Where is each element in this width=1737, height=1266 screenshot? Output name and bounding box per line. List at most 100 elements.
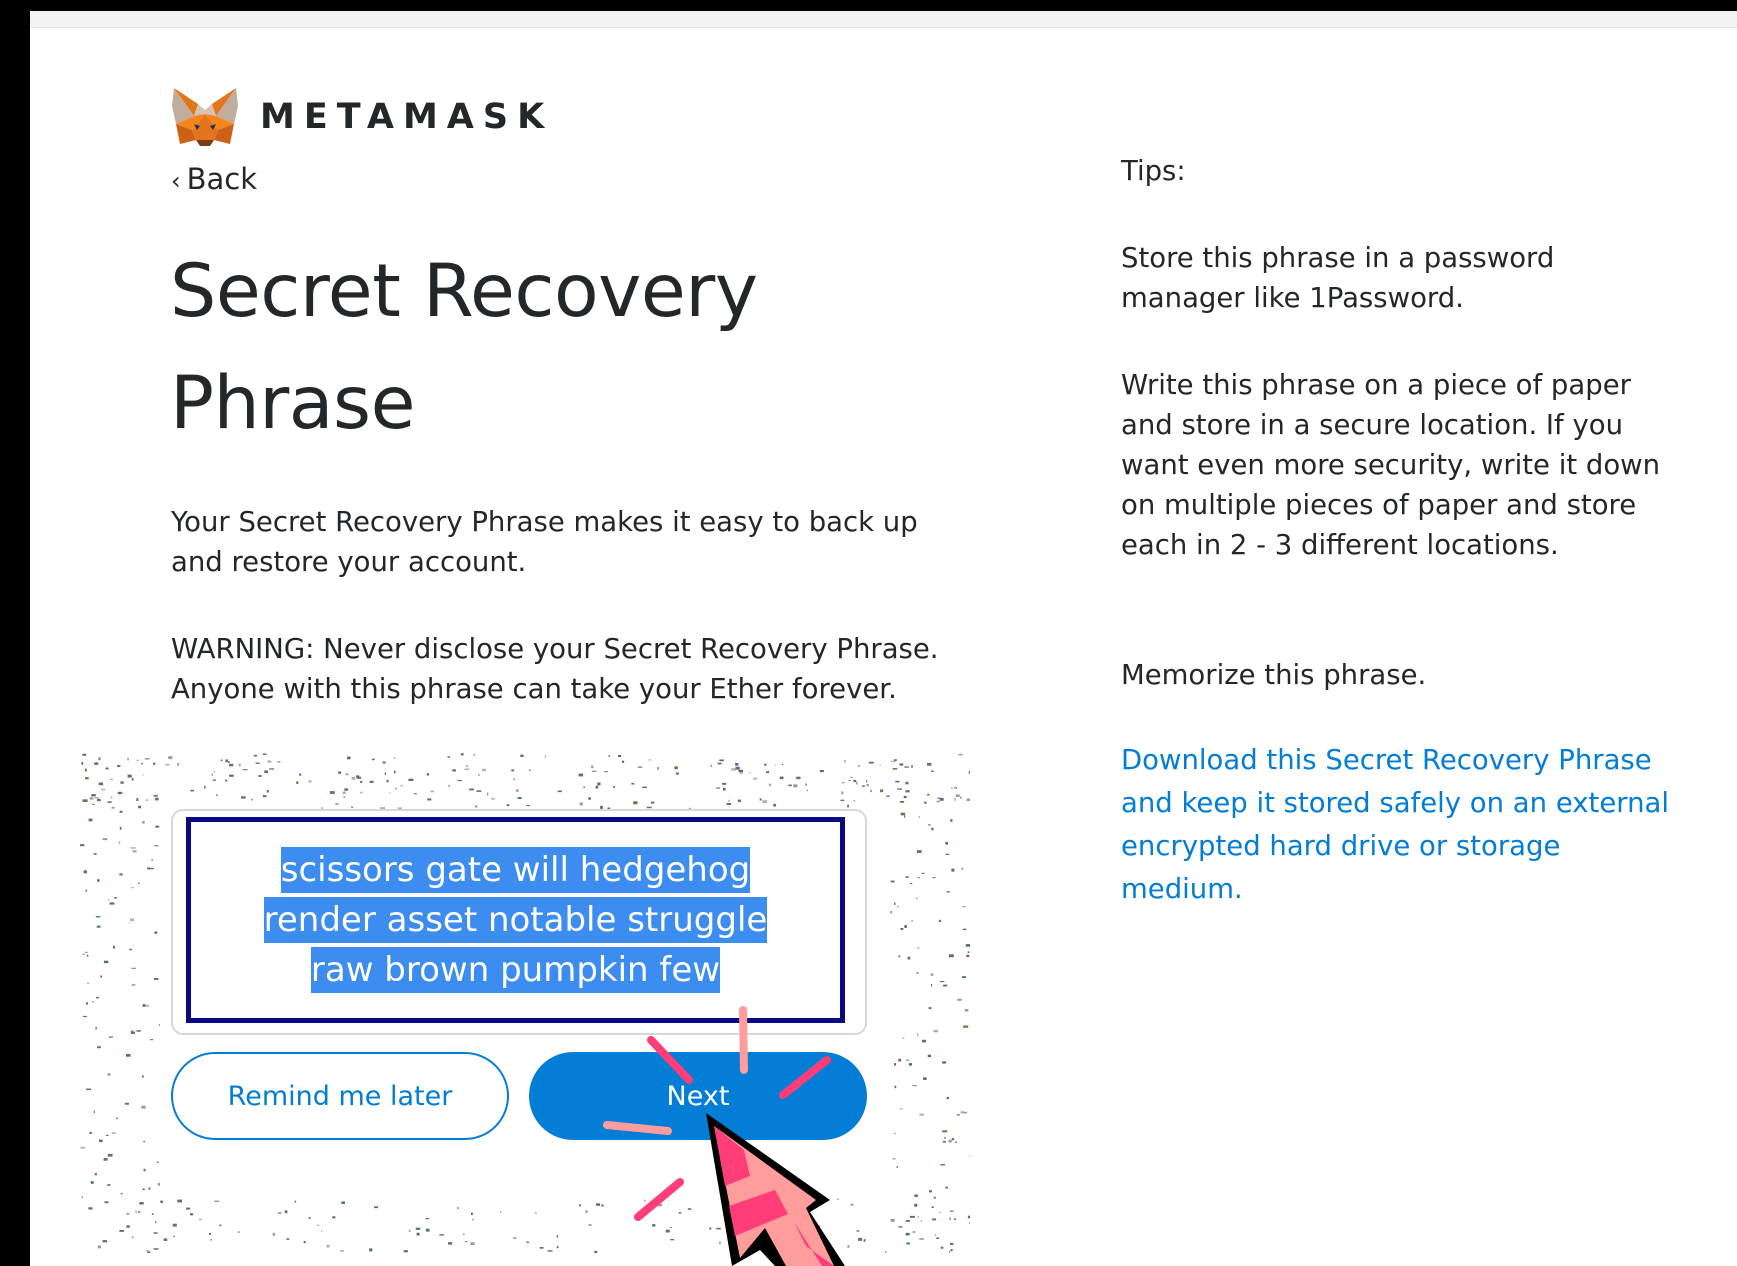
speckle-dot — [731, 768, 736, 771]
speckle-dot — [916, 850, 922, 853]
speckle-dot — [588, 1224, 592, 1226]
speckle-dot — [579, 1204, 582, 1207]
speckle-dot — [146, 1250, 149, 1252]
download-phrase-link[interactable]: Download this Secret Recovery Phrase and… — [1121, 739, 1681, 911]
speckle-dot — [262, 795, 267, 798]
speckle-dot — [105, 767, 109, 770]
speckle-dot — [104, 1201, 109, 1204]
speckle-dot — [172, 1223, 177, 1227]
speckle-dot — [258, 775, 262, 777]
speckle-dot — [793, 784, 798, 788]
speckle-dot — [86, 1088, 92, 1091]
speckle-dot — [637, 766, 643, 768]
speckle-dot — [949, 1251, 951, 1253]
speckle-dot — [737, 799, 741, 802]
speckle-dot — [879, 764, 881, 766]
speckle-dot — [951, 868, 955, 872]
speckle-dot — [119, 873, 123, 876]
speckle-dot — [967, 951, 970, 954]
speckle-dot — [111, 806, 115, 809]
speckle-dot — [277, 761, 281, 763]
intro-text: Your Secret Recovery Phrase makes it eas… — [171, 506, 918, 578]
speckle-dot — [781, 763, 784, 766]
speckle-dot — [648, 759, 651, 761]
speckle-dot — [149, 867, 154, 870]
speckle-dot — [899, 801, 905, 803]
speckle-dot — [137, 1211, 141, 1213]
speckle-dot — [858, 1237, 862, 1241]
speckle-dot — [960, 1111, 964, 1114]
speckle-dot — [853, 800, 856, 802]
speckle-dot — [894, 759, 897, 762]
speckle-dot — [107, 1184, 111, 1186]
speckle-dot — [841, 791, 844, 795]
speckle-dot — [126, 1213, 130, 1215]
secret-phrase-field[interactable]: scissors gate will hedgehog render asset… — [186, 817, 845, 1023]
speckle-dot — [890, 1218, 895, 1222]
speckle-dot — [464, 768, 470, 770]
speckle-dot — [840, 799, 845, 802]
speckle-dot — [154, 978, 159, 980]
speckle-dot — [147, 867, 151, 870]
back-link[interactable]: ‹ Back — [171, 162, 257, 196]
speckle-dot — [779, 776, 784, 780]
speckle-dot — [255, 762, 260, 764]
speckle-dot — [911, 920, 913, 922]
next-button[interactable]: Next — [529, 1052, 867, 1140]
speckle-dot — [98, 757, 101, 761]
speckle-dot — [912, 1085, 917, 1087]
speckle-dot — [135, 1210, 137, 1214]
speckle-dot — [806, 789, 808, 792]
speckle-dot — [472, 1218, 474, 1221]
speckle-dot — [216, 794, 218, 796]
speckle-dot — [754, 1233, 758, 1237]
speckle-dot — [945, 853, 950, 855]
speckle-dot — [119, 826, 122, 830]
speckle-dot — [286, 1238, 290, 1240]
speckle-dot — [299, 773, 302, 776]
speckle-dot — [211, 774, 213, 776]
onboarding-page: METAMASK ‹ Back Secret Recovery Phrase Yo… — [30, 11, 1737, 1266]
speckle-dot — [88, 818, 93, 822]
speckle-dot — [652, 1224, 656, 1227]
speckle-dot — [644, 1199, 646, 1203]
speckle-dot — [177, 1199, 182, 1203]
speckle-dot — [427, 798, 432, 801]
speckle-dot — [783, 1241, 785, 1244]
speckle-dot — [917, 1216, 919, 1218]
speckle-dot — [369, 1248, 373, 1252]
speckle-dot — [893, 1133, 896, 1135]
speckle-dot — [160, 1200, 163, 1203]
speckle-dot — [924, 801, 927, 804]
speckle-dot — [225, 759, 229, 763]
speckle-dot — [284, 1210, 288, 1214]
speckle-dot — [904, 766, 909, 768]
remind-me-later-button[interactable]: Remind me later — [171, 1052, 509, 1140]
speckle-dot — [764, 763, 767, 766]
speckle-dot — [774, 764, 776, 766]
speckle-dot — [528, 769, 531, 771]
speckle-dot — [513, 1237, 517, 1239]
speckle-dot — [738, 769, 744, 772]
speckle-dot — [899, 1108, 904, 1110]
speckle-dot — [953, 1218, 956, 1220]
speckle-dot — [526, 805, 530, 807]
speckle-dot — [208, 1233, 211, 1235]
speckle-dot — [930, 973, 934, 976]
speckle-dot — [631, 782, 635, 785]
speckle-dot — [735, 766, 740, 770]
speckle-dot — [788, 1221, 791, 1223]
speckle-dot — [728, 799, 730, 802]
speckle-dot — [109, 902, 115, 905]
speckle-dot — [946, 891, 950, 893]
speckle-dot — [85, 889, 88, 892]
speckle-dot — [130, 847, 136, 849]
speckle-dot — [264, 770, 268, 773]
speckle-dot — [104, 960, 109, 964]
speckle-dot — [937, 797, 941, 799]
speckle-dot — [308, 780, 312, 783]
speckle-dot — [151, 1213, 154, 1215]
speckle-dot — [900, 928, 904, 930]
speckle-dot — [938, 919, 941, 922]
speckle-dot — [880, 789, 884, 793]
